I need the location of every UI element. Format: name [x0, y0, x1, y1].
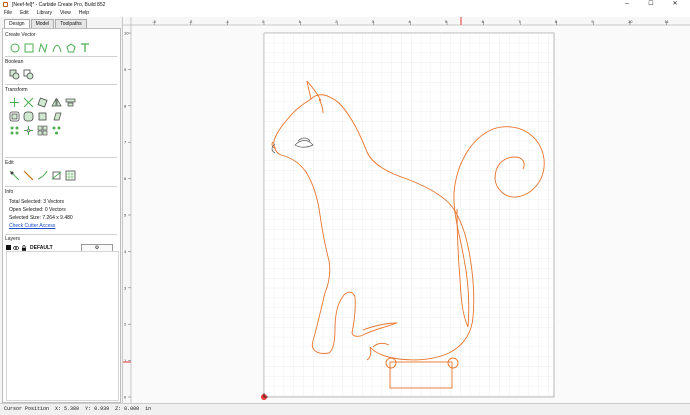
menu-edit[interactable]: Edit	[16, 10, 33, 16]
selected-size-value: 7.264 x 9.480	[42, 215, 73, 221]
mirror-icon[interactable]	[51, 97, 62, 108]
transform-tools-row-2	[9, 111, 62, 122]
selected-size-label: Selected Size:	[9, 215, 41, 221]
offset-icon[interactable]	[9, 111, 20, 122]
menu-view[interactable]: View	[56, 10, 75, 16]
polygon-tool-icon[interactable]	[65, 42, 76, 53]
tab-toolpaths[interactable]: Toolpaths	[55, 19, 87, 28]
transform-tools-row-3	[9, 125, 62, 136]
bezier-edit-icon[interactable]	[51, 170, 62, 181]
tab-design[interactable]: Design	[4, 19, 30, 28]
menu-library[interactable]: Library	[33, 10, 56, 16]
section-transform: Transform	[5, 87, 28, 93]
boolean-subtract-icon[interactable]	[23, 69, 34, 80]
rectangle-tool-icon[interactable]	[23, 42, 34, 53]
section-layers: Layers	[5, 236, 21, 242]
extend-icon[interactable]	[23, 170, 34, 181]
vertical-ruler	[123, 17, 131, 403]
knife-icon[interactable]	[37, 170, 48, 181]
divider	[5, 56, 117, 57]
open-selected: Open Selected: 0 Vectors	[9, 207, 66, 213]
node-edit-icon[interactable]	[23, 125, 34, 136]
cursor-x: X: 5.380	[55, 406, 80, 412]
section-info: Info	[5, 189, 14, 195]
window-title: [Neef-fel]* - Carbide Create Pro, Build …	[12, 1, 106, 8]
join-icon[interactable]	[37, 111, 48, 122]
canvas-svg[interactable]: -3-2-101234567891011 109876543210	[123, 17, 690, 403]
rotate-icon[interactable]	[37, 97, 48, 108]
texture-icon[interactable]	[65, 170, 76, 181]
circular-array-icon[interactable]	[9, 125, 20, 136]
divider	[5, 234, 117, 235]
app-icon	[3, 2, 8, 7]
check-cutter-access-link[interactable]: Check Cutter Access	[9, 223, 55, 229]
section-create-vector: Create Vector	[5, 32, 36, 38]
create-vector-tools	[9, 42, 90, 53]
total-selected-label: Total Selected:	[9, 199, 42, 205]
text-tool-icon[interactable]	[79, 42, 90, 53]
fillet-icon[interactable]	[23, 111, 34, 122]
curve-tool-icon[interactable]	[51, 42, 62, 53]
section-boolean: Boolean	[5, 59, 24, 65]
tab-model[interactable]: Model	[30, 19, 55, 28]
panel-tabs: Design Model Toolpaths	[4, 19, 88, 28]
layer-row-default[interactable]: DEFAULT ⚙	[6, 244, 117, 252]
transform-tools-row-1	[9, 97, 76, 108]
menu-help[interactable]: Help	[75, 10, 93, 16]
open-selected-value: 0 Vectors	[44, 207, 66, 213]
menu-file[interactable]: File	[0, 10, 16, 16]
nest-icon[interactable]	[51, 125, 62, 136]
total-selected: Total Selected: 3 Vectors	[9, 199, 64, 205]
close-button[interactable]: ✕	[666, 0, 684, 9]
divider	[5, 157, 117, 158]
layer-list	[6, 251, 119, 401]
move-icon[interactable]	[9, 97, 20, 108]
status-bar: Cursor Position X: 5.380 Y: 0.939 Z: 0.0…	[0, 403, 690, 414]
trim-icon[interactable]	[9, 170, 20, 181]
left-panel: Design Model Toolpaths Create Vector Boo…	[0, 17, 123, 412]
section-edit: Edit	[5, 160, 14, 166]
canvas-grid	[264, 33, 554, 397]
menu-bar: File Edit Library View Help	[0, 9, 690, 17]
ruler-label: 10	[628, 19, 633, 24]
divider	[5, 186, 117, 187]
layer-color-swatch[interactable]	[6, 245, 11, 250]
grid-array-icon[interactable]	[37, 125, 48, 136]
lock-icon[interactable]	[21, 244, 27, 251]
selected-size: Selected Size: 7.264 x 9.480	[9, 215, 73, 221]
shear-icon[interactable]	[51, 111, 62, 122]
layer-name: DEFAULT	[30, 244, 53, 251]
maximize-button[interactable]: ☐	[642, 0, 660, 9]
title-bar: [Neef-fel]* - Carbide Create Pro, Build …	[0, 0, 690, 9]
edit-tools	[9, 170, 76, 181]
design-canvas[interactable]: -3-2-101234567891011 109876543210	[123, 17, 690, 403]
cursor-unit: in	[145, 406, 152, 412]
polyline-tool-icon[interactable]	[37, 42, 48, 53]
cursor-y: Y: 0.939	[85, 406, 110, 412]
eye-icon[interactable]	[13, 245, 19, 251]
total-selected-value: 3 Vectors	[43, 199, 65, 205]
cursor-position-label: Cursor Position	[4, 406, 50, 412]
scale-icon[interactable]	[23, 97, 34, 108]
divider	[5, 84, 117, 85]
design-panel: Create Vector Boolean Transform Edit Inf…	[2, 28, 121, 412]
minimize-button[interactable]: ─	[618, 0, 636, 9]
boolean-tools	[9, 69, 34, 80]
boolean-union-icon[interactable]	[9, 69, 20, 80]
cursor-z: Z: 0.000	[115, 406, 140, 412]
open-selected-label: Open Selected:	[9, 207, 44, 213]
align-icon[interactable]	[65, 97, 76, 108]
horizontal-ruler	[123, 17, 690, 25]
circle-tool-icon[interactable]	[9, 42, 20, 53]
